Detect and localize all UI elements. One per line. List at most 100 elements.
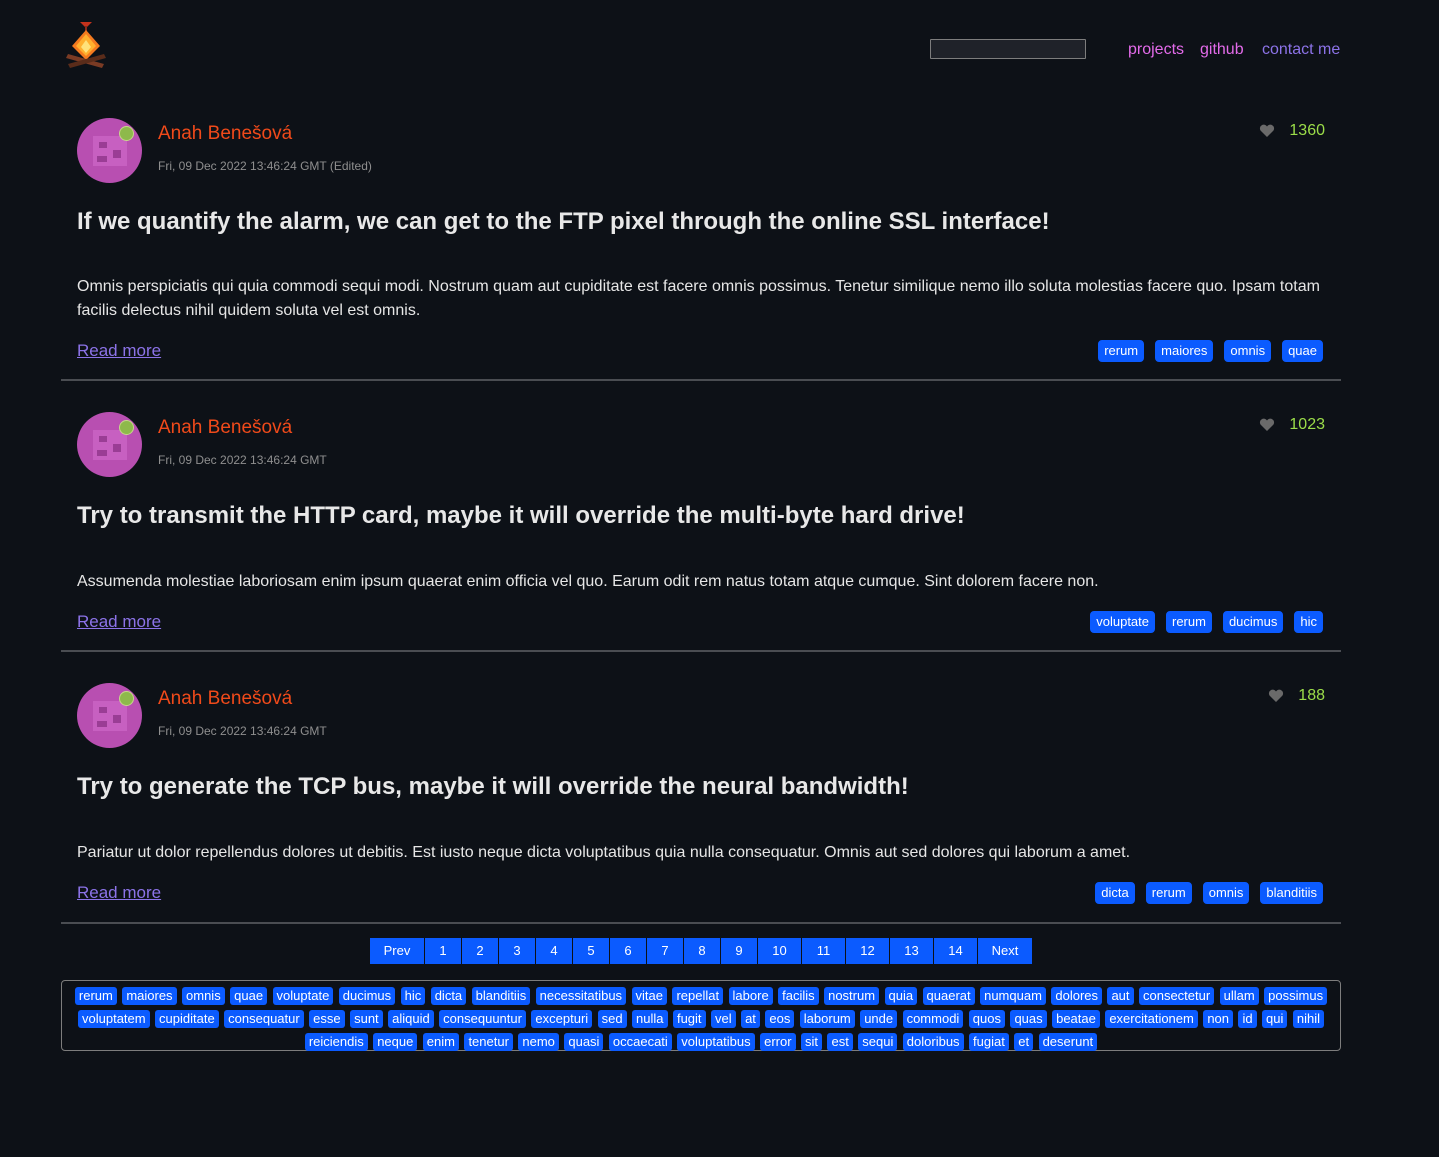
tag[interactable]: rerum: [1166, 611, 1212, 633]
tag-cloud-item[interactable]: facilis: [778, 987, 819, 1005]
tag-cloud-item[interactable]: deserunt: [1038, 1033, 1098, 1051]
tag-cloud-item[interactable]: eos: [765, 1010, 795, 1028]
tag-cloud-item[interactable]: quia: [884, 987, 918, 1005]
read-more-link[interactable]: Read more: [77, 341, 161, 361]
tag-cloud-item[interactable]: aliquid: [388, 1010, 434, 1028]
tag-cloud-item[interactable]: neque: [373, 1033, 418, 1051]
page-button[interactable]: 8: [684, 938, 721, 964]
tag-cloud-item[interactable]: dicta: [430, 987, 467, 1005]
tag-cloud-item[interactable]: nihil: [1292, 1010, 1324, 1028]
tag[interactable]: rerum: [1145, 882, 1192, 904]
tag-cloud-item[interactable]: necessitatibus: [535, 987, 627, 1005]
tag-cloud-item[interactable]: error: [760, 1033, 796, 1051]
page-button[interactable]: 1: [425, 938, 462, 964]
tag-cloud-item[interactable]: consequatur: [224, 1010, 304, 1028]
page-button[interactable]: 5: [573, 938, 610, 964]
tag-cloud-item[interactable]: commodi: [902, 1010, 964, 1028]
page-next-button[interactable]: Next: [978, 938, 1033, 964]
avatar[interactable]: [77, 683, 142, 748]
tag-cloud-item[interactable]: enim: [422, 1033, 459, 1051]
read-more-link[interactable]: Read more: [77, 883, 161, 903]
tag-cloud-item[interactable]: occaecati: [608, 1033, 672, 1051]
tag-cloud-item[interactable]: reiciendis: [304, 1033, 368, 1051]
tag[interactable]: quae: [1282, 340, 1323, 362]
tag[interactable]: ducimus: [1222, 611, 1284, 633]
tag[interactable]: dicta: [1095, 882, 1135, 904]
tag-cloud-item[interactable]: voluptatem: [78, 1010, 150, 1028]
tag-cloud-item[interactable]: ducimus: [338, 987, 396, 1005]
tag-cloud-item[interactable]: sit: [801, 1033, 823, 1051]
page-button[interactable]: 2: [462, 938, 499, 964]
tag-cloud-item[interactable]: tenetur: [464, 1033, 513, 1051]
tag-cloud-item[interactable]: aut: [1107, 987, 1134, 1005]
tag[interactable]: rerum: [1098, 340, 1145, 362]
tag-cloud-item[interactable]: quaerat: [922, 987, 975, 1005]
tag-cloud-item[interactable]: nulla: [632, 1010, 668, 1028]
tag-cloud-item[interactable]: fugit: [672, 1010, 706, 1028]
tag-cloud-item[interactable]: labore: [728, 987, 773, 1005]
page-button[interactable]: 4: [536, 938, 573, 964]
search-input[interactable]: [930, 39, 1086, 59]
tag-cloud-item[interactable]: qui: [1262, 1010, 1288, 1028]
nav-projects-link[interactable]: projects: [1128, 41, 1184, 59]
tag-cloud-item[interactable]: vel: [710, 1010, 736, 1028]
tag-cloud-item[interactable]: consectetur: [1138, 987, 1215, 1005]
tag-cloud-item[interactable]: numquam: [980, 987, 1046, 1005]
tag-cloud-item[interactable]: at: [741, 1010, 760, 1028]
page-button[interactable]: 14: [934, 938, 978, 964]
tag-cloud-item[interactable]: sed: [597, 1010, 627, 1028]
post-author[interactable]: Anah Benešová: [158, 417, 292, 439]
tag[interactable]: omnis: [1224, 340, 1272, 362]
page-prev-button[interactable]: Prev: [370, 938, 425, 964]
page-button[interactable]: 6: [610, 938, 647, 964]
tag-cloud-item[interactable]: nemo: [518, 1033, 559, 1051]
tag-cloud-item[interactable]: rerum: [74, 987, 117, 1005]
page-button[interactable]: 9: [721, 938, 758, 964]
tag-cloud-item[interactable]: repellat: [672, 987, 724, 1005]
nav-github-link[interactable]: github: [1200, 41, 1244, 59]
heart-icon[interactable]: [1259, 124, 1275, 138]
tag[interactable]: omnis: [1202, 882, 1250, 904]
tag-cloud-item[interactable]: excepturi: [531, 1010, 593, 1028]
tag-cloud-item[interactable]: quos: [968, 1010, 1005, 1028]
tag-cloud-item[interactable]: nostrum: [824, 987, 880, 1005]
page-button[interactable]: 12: [846, 938, 890, 964]
tag-cloud-item[interactable]: exercitationem: [1105, 1010, 1198, 1028]
tag-cloud-item[interactable]: quae: [230, 987, 268, 1005]
tag-cloud-item[interactable]: est: [827, 1033, 853, 1051]
tag-cloud-item[interactable]: esse: [309, 1010, 345, 1028]
tag-cloud-item[interactable]: quasi: [564, 1033, 604, 1051]
tag-cloud-item[interactable]: possimus: [1264, 987, 1328, 1005]
tag-cloud-item[interactable]: laborum: [799, 1010, 855, 1028]
page-button[interactable]: 3: [499, 938, 536, 964]
tag-cloud-item[interactable]: fugiat: [969, 1033, 1009, 1051]
tag-cloud-item[interactable]: sunt: [350, 1010, 383, 1028]
tag-cloud-item[interactable]: et: [1014, 1033, 1034, 1051]
tag[interactable]: hic: [1294, 611, 1323, 633]
tag-cloud-item[interactable]: doloribus: [902, 1033, 964, 1051]
heart-icon[interactable]: [1268, 689, 1284, 703]
tag-cloud-item[interactable]: sequi: [858, 1033, 898, 1051]
tag-cloud-item[interactable]: hic: [400, 987, 426, 1005]
tag-cloud-item[interactable]: cupiditate: [155, 1010, 219, 1028]
avatar[interactable]: [77, 118, 142, 183]
tag-cloud-item[interactable]: voluptate: [272, 987, 334, 1005]
campfire-logo-icon[interactable]: [64, 20, 108, 70]
tag-cloud-item[interactable]: voluptatibus: [677, 1033, 755, 1051]
tag-cloud-item[interactable]: unde: [860, 1010, 898, 1028]
read-more-link[interactable]: Read more: [77, 612, 161, 632]
page-button[interactable]: 10: [758, 938, 802, 964]
post-author[interactable]: Anah Benešová: [158, 123, 292, 145]
tag-cloud-item[interactable]: ullam: [1219, 987, 1259, 1005]
avatar[interactable]: [77, 412, 142, 477]
page-button[interactable]: 11: [802, 938, 846, 964]
tag[interactable]: voluptate: [1090, 611, 1155, 633]
tag-cloud-item[interactable]: quas: [1010, 1010, 1047, 1028]
tag-cloud-item[interactable]: id: [1238, 1010, 1257, 1028]
post-author[interactable]: Anah Benešová: [158, 688, 292, 710]
tag-cloud-item[interactable]: non: [1203, 1010, 1234, 1028]
page-button[interactable]: 7: [647, 938, 684, 964]
tag-cloud-item[interactable]: blanditiis: [471, 987, 531, 1005]
tag-cloud-item[interactable]: beatae: [1052, 1010, 1100, 1028]
tag-cloud-item[interactable]: maiores: [122, 987, 177, 1005]
